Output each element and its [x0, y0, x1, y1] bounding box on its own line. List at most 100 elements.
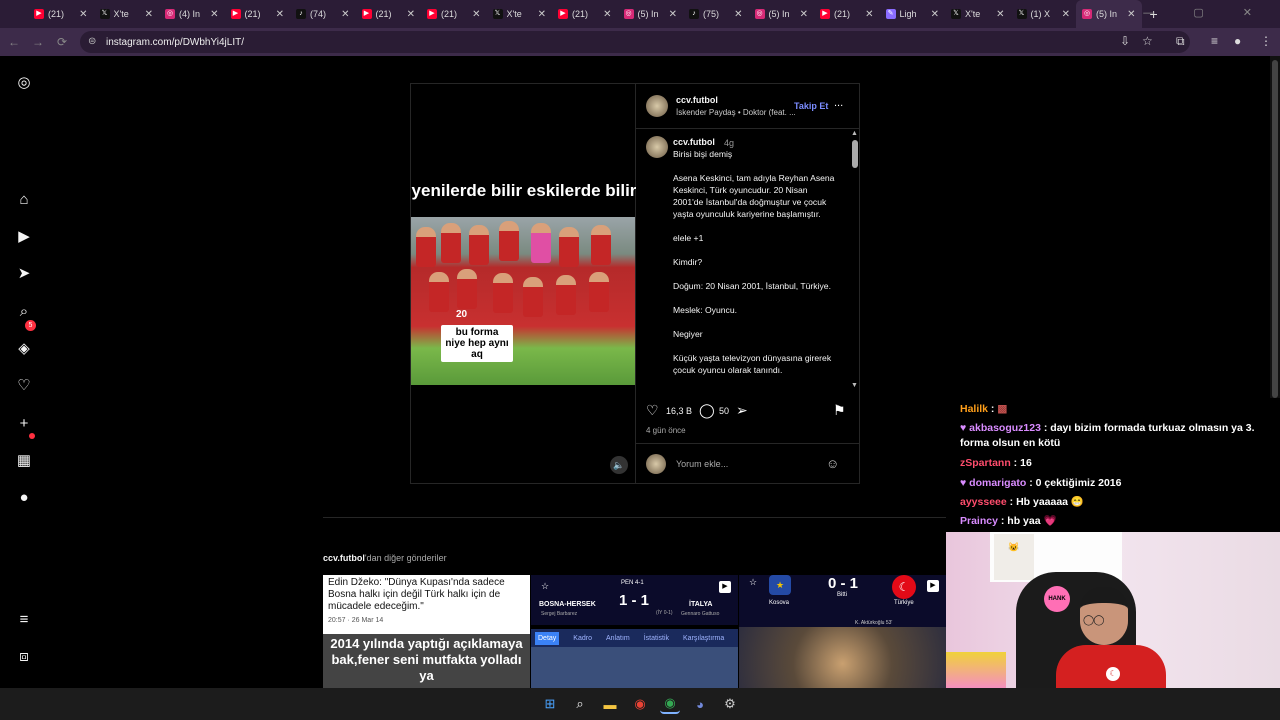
page-scrollbar[interactable]: [1270, 56, 1280, 398]
star-icon: ☆: [749, 577, 758, 587]
notifications-icon[interactable]: ♡: [14, 375, 34, 395]
thumbnail-post-2[interactable]: PEN 4-1 BOSNA-HERSEK 1 - 1 İTALYA Sergej…: [531, 575, 738, 688]
window-controls[interactable]: — ▢ ✕: [1143, 6, 1270, 19]
close-tab-icon[interactable]: ✕: [538, 9, 546, 20]
browser-tab-8[interactable]: ▶ (21) ✕: [552, 0, 618, 28]
extensions-icon[interactable]: ⧉: [1176, 34, 1185, 49]
like-icon[interactable]: ♡: [646, 402, 659, 419]
thumbnail-post-1[interactable]: Edin Džeko: "Dünya Kupası'nda sadece Bos…: [323, 575, 530, 688]
browser-tab-7[interactable]: 𝕏 X'te ✕: [487, 0, 553, 28]
browser-tab-10[interactable]: ♪ (75) ✕: [683, 0, 749, 28]
caption-username[interactable]: ccv.futbol: [673, 137, 715, 147]
instagram-logo-icon[interactable]: ◎: [14, 72, 34, 92]
browser-tab-9[interactable]: ◎ (5) In ✕: [618, 0, 684, 28]
close-tab-icon[interactable]: ✕: [669, 9, 677, 20]
browser-tab-5[interactable]: ▶ (21) ✕: [356, 0, 422, 28]
webcam-overlay: 😺 HANK ◯◯ ☾: [946, 532, 1280, 690]
install-app-icon[interactable]: ⇩: [1120, 34, 1130, 48]
forward-icon[interactable]: →: [26, 35, 50, 49]
browser-tab-1[interactable]: 𝕏 X'te ✕: [94, 0, 160, 28]
also-from-meta-icon[interactable]: ⧈: [14, 646, 34, 666]
led-light: [946, 652, 1006, 688]
chrome-active-icon[interactable]: ◉: [660, 694, 680, 714]
browser-tab-6[interactable]: ▶ (21) ✕: [421, 0, 487, 28]
site-info-icon[interactable]: ⊜: [88, 36, 96, 47]
close-tab-icon[interactable]: ✕: [996, 9, 1004, 20]
like-count[interactable]: 16,3 B: [666, 406, 692, 416]
profile-avatar-icon[interactable]: ●: [14, 487, 34, 507]
close-tab-icon[interactable]: ✕: [145, 9, 153, 20]
reel-badge-icon: ▶: [719, 581, 731, 593]
browser-tab-4[interactable]: ♪ (74) ✕: [290, 0, 356, 28]
media-control-icon[interactable]: ≡: [1211, 34, 1218, 48]
search-icon[interactable]: ⌕: [14, 301, 34, 321]
file-explorer-icon[interactable]: ▬: [600, 694, 620, 714]
close-tab-icon[interactable]: ✕: [603, 9, 611, 20]
back-icon[interactable]: ←: [2, 35, 26, 49]
reels-icon[interactable]: ▶: [14, 226, 34, 246]
browser-tab-3[interactable]: ▶ (21) ✕: [225, 0, 291, 28]
taskbar-search-icon[interactable]: ⌕: [570, 694, 590, 714]
reel-video[interactable]: yenilerde bilir eskilerde bilir 20 bu fo…: [410, 83, 636, 484]
create-icon[interactable]: +: [14, 413, 34, 433]
caption-avatar[interactable]: [646, 136, 668, 158]
thumb3-photo: [739, 627, 946, 688]
divider: [323, 517, 946, 518]
more-menu-icon[interactable]: ≡: [14, 609, 34, 629]
tab-title: (21): [572, 9, 589, 19]
browser-tab-16[interactable]: ◎ (5) In ✕: [1076, 0, 1142, 28]
messages-icon[interactable]: ➤: [14, 263, 34, 283]
close-tab-icon[interactable]: ✕: [1127, 9, 1135, 20]
profile-avatar[interactable]: ●: [1234, 34, 1241, 48]
close-tab-icon[interactable]: ✕: [865, 9, 873, 20]
emoji-icon[interactable]: ☺: [826, 456, 839, 471]
chrome-icon[interactable]: ◉: [630, 694, 650, 714]
close-tab-icon[interactable]: ✕: [472, 9, 480, 20]
app-icon[interactable]: ⚙: [720, 694, 740, 714]
follow-button[interactable]: Takip Et: [794, 101, 828, 111]
close-tab-icon[interactable]: ✕: [79, 9, 87, 20]
close-tab-icon[interactable]: ✕: [1062, 9, 1070, 20]
reload-icon[interactable]: ⟳: [50, 35, 74, 49]
browser-tab-13[interactable]: ✎ Ligh ✕: [880, 0, 946, 28]
tab-title: X'te: [113, 9, 129, 19]
browser-tab-11[interactable]: ◎ (5) In ✕: [749, 0, 815, 28]
posted-time: 4 gün önce: [646, 426, 686, 435]
more-posts-heading: ccv.futbol'dan diğer gönderiler: [323, 553, 447, 563]
close-tab-icon[interactable]: ✕: [276, 9, 284, 20]
bookmark-star-icon[interactable]: ☆: [1142, 34, 1153, 48]
author-username[interactable]: ccv.futbol: [676, 95, 718, 105]
browser-tab-15[interactable]: 𝕏 (1) X ✕: [1011, 0, 1077, 28]
author-avatar[interactable]: [646, 95, 668, 117]
dashboard-icon[interactable]: ▦: [14, 450, 34, 470]
thumbnail-post-3[interactable]: ★ Kosova 0 - 1 Bitti ☾ Türkiye K. Aktürk…: [739, 575, 946, 688]
menu-icon[interactable]: ⋮: [1260, 34, 1272, 48]
close-tab-icon[interactable]: ✕: [341, 9, 349, 20]
tab-title: (21): [375, 9, 392, 19]
browser-tab-2[interactable]: ◎ (4) In ✕: [159, 0, 225, 28]
close-tab-icon[interactable]: ✕: [931, 9, 939, 20]
audio-link[interactable]: İskender Paydaş • Doktor (feat. ...: [676, 108, 796, 117]
browser-tab-0[interactable]: ▶ (21) ✕: [28, 0, 94, 28]
heart-badge-icon: ♥: [960, 422, 970, 434]
url-field[interactable]: ⊜ instagram.com/p/DWbhYi4jLIT/: [80, 31, 1190, 53]
more-options-icon[interactable]: ...: [834, 97, 843, 109]
mute-icon[interactable]: 🔈: [610, 456, 628, 474]
close-tab-icon[interactable]: ✕: [800, 9, 808, 20]
close-tab-icon[interactable]: ✕: [210, 9, 218, 20]
close-tab-icon[interactable]: ✕: [734, 9, 742, 20]
caption-scrollbar[interactable]: ▲ ▼: [851, 130, 859, 392]
share-icon[interactable]: ➢: [736, 402, 748, 419]
discord-icon[interactable]: ◕: [690, 694, 710, 714]
more-posts-user[interactable]: ccv.futbol: [323, 553, 365, 563]
comment-input[interactable]: Yorum ekle...: [676, 459, 728, 469]
explore-icon[interactable]: ◈: [14, 338, 34, 358]
save-icon[interactable]: ⚑: [833, 402, 846, 419]
browser-tab-14[interactable]: 𝕏 X'te ✕: [945, 0, 1011, 28]
browser-tab-12[interactable]: ▶ (21) ✕: [814, 0, 880, 28]
comment-icon[interactable]: ◯: [699, 402, 715, 419]
windows-start-icon[interactable]: ⊞: [540, 694, 560, 714]
close-tab-icon[interactable]: ✕: [407, 9, 415, 20]
home-icon[interactable]: ⌂: [14, 189, 34, 209]
thumb2-tab: Anlatım: [605, 634, 630, 642]
